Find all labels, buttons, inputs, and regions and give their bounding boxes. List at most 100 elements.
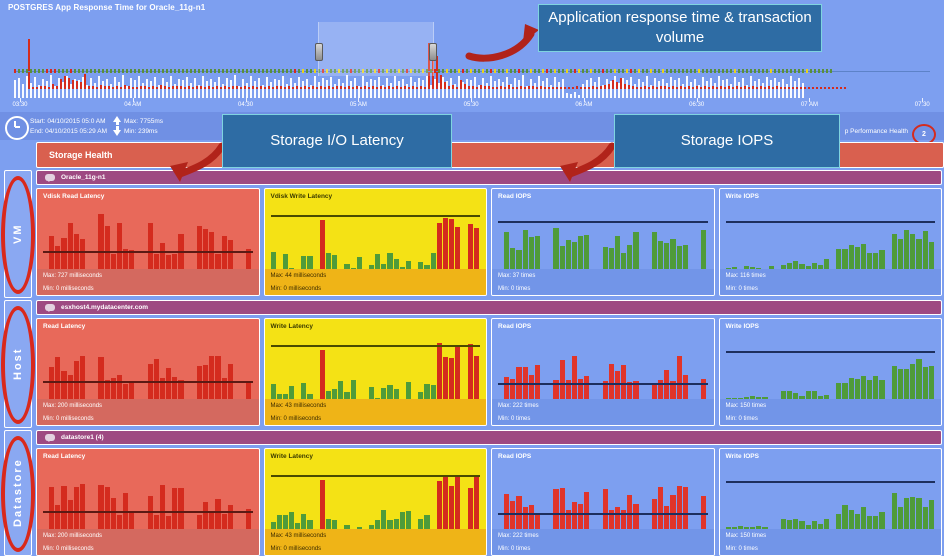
metric-panel-write-latency[interactable]: Write Latency Max: 43 milliseconds Min: 0 …: [263, 318, 487, 426]
row-header-datastore[interactable]: datastore1 (4): [36, 430, 942, 445]
health-status-cell: [442, 69, 444, 73]
transaction-bar: [802, 83, 804, 98]
health-status-cell: [586, 69, 588, 73]
transaction-bar: [670, 77, 672, 98]
transaction-bar: [558, 82, 560, 98]
metric-panel-read-latency[interactable]: Read Latency Max: 200 milliseconds Min: 0 …: [36, 318, 260, 426]
transaction-bar: [210, 79, 212, 98]
metric-panel-write-iops[interactable]: Write IOPS Max: 150 times Min: 0 times: [718, 318, 942, 426]
transaction-bar: [354, 78, 356, 98]
panel-stats: Max: 43 milliseconds Min: 0 milliseconds: [264, 399, 486, 425]
metric-panel-write-iops[interactable]: Write IOPS Max: 116 times Min: 0 times: [718, 188, 942, 296]
chat-icon: [45, 304, 55, 312]
transaction-bar: [494, 81, 496, 98]
metric-bar: [891, 233, 897, 271]
panel-title: Read Latency: [43, 323, 86, 330]
time-axis-tick-label: 07:30: [914, 102, 930, 108]
metric-bar: [565, 240, 571, 271]
health-status-cell: [150, 69, 152, 73]
health-status-cell: [606, 69, 608, 73]
transaction-bar: [770, 80, 772, 98]
health-status-cell: [210, 69, 212, 73]
metric-panel-read-iops[interactable]: Read IOPS Max: 37 times Min: 0 times: [491, 188, 715, 296]
transaction-bar: [606, 79, 608, 98]
transaction-bar: [38, 85, 40, 98]
metric-panel-read-latency[interactable]: Read Latency Max: 200 milliseconds Min: 0 …: [36, 448, 260, 556]
metric-bar: [922, 366, 928, 401]
panel-plot: [725, 207, 936, 271]
metric-bar: [449, 357, 455, 401]
metric-bar: [449, 485, 455, 531]
selection-handle-right[interactable]: [429, 43, 437, 61]
metric-bar: [633, 232, 639, 271]
transaction-bar: [294, 83, 296, 98]
metric-bar: [571, 356, 578, 401]
panel-stats: Max: 150 times Min: 0 times: [719, 529, 941, 555]
metric-bar: [584, 492, 590, 531]
transaction-bar: [542, 81, 544, 98]
time-axis-tick-label: 06 AM: [575, 102, 593, 108]
metric-panel-vdisk-read-latency[interactable]: Vdisk Read Latency Max: 727 milliseconds M…: [36, 188, 260, 296]
transaction-bar: [290, 78, 292, 98]
selection-handle-left[interactable]: [315, 43, 323, 61]
threshold-line: [498, 513, 708, 515]
health-status-cell: [422, 69, 424, 73]
metric-bar: [676, 486, 682, 531]
transaction-bar: [650, 85, 652, 98]
health-status-cell: [674, 69, 676, 73]
health-status-cell: [554, 69, 556, 73]
transaction-bar: [766, 77, 768, 98]
transaction-bar: [406, 84, 408, 98]
health-status-cell: [474, 69, 476, 73]
annotation-arrow-latency: [170, 142, 226, 182]
threshold-line: [498, 383, 708, 385]
transaction-bar: [694, 79, 696, 98]
metric-panel-vdisk-write-latency[interactable]: Vdisk Write Latency Max: 44 milliseconds M…: [263, 188, 487, 296]
transaction-bar: [274, 79, 276, 98]
panel-title: Read IOPS: [498, 453, 532, 460]
health-status-cell: [530, 69, 532, 73]
metric-bar: [215, 498, 221, 531]
metric-panel-read-iops[interactable]: Read IOPS Max: 222 times Min: 0 times: [491, 318, 715, 426]
health-status-cell: [478, 69, 480, 73]
metric-bar: [916, 498, 922, 531]
health-status-cell: [398, 69, 400, 73]
metric-bar: [104, 225, 110, 271]
health-status-cell: [558, 69, 560, 73]
health-status-cell: [542, 69, 544, 73]
threshold-line: [270, 475, 480, 477]
metric-bar: [867, 379, 873, 401]
transaction-bar: [738, 82, 740, 98]
metric-panel-write-iops[interactable]: Write IOPS Max: 150 times Min: 0 times: [718, 448, 942, 556]
metric-bar: [682, 245, 688, 271]
row-header-label: Oracle_11g-n1: [61, 174, 106, 181]
transaction-bar: [34, 77, 36, 98]
health-status-cell: [570, 69, 572, 73]
health-status-cell: [22, 69, 24, 73]
transaction-bar: [690, 82, 692, 98]
transaction-bar: [462, 82, 464, 98]
transaction-bar: [554, 77, 556, 98]
health-status-cell: [306, 69, 308, 73]
metric-bar: [897, 507, 904, 531]
health-status-cell: [778, 69, 780, 73]
row-header-host[interactable]: esxhost4.mydatacenter.com: [36, 300, 942, 315]
metric-panel-write-latency[interactable]: Write Latency Max: 43 milliseconds Min: 0 …: [263, 448, 487, 556]
health-status-cell: [470, 69, 472, 73]
health-status-cell: [574, 69, 576, 73]
health-status-cell: [794, 69, 796, 73]
health-status-cell: [178, 69, 180, 73]
metric-bar: [227, 239, 233, 271]
health-status-cell: [342, 69, 344, 73]
transaction-bar: [46, 81, 48, 98]
transaction-bar: [78, 80, 80, 98]
transaction-bar: [598, 77, 600, 98]
health-status-cell: [650, 69, 652, 73]
health-status-cell: [254, 69, 256, 73]
transaction-bar: [750, 76, 752, 98]
health-status-cell: [490, 69, 492, 73]
panel-title: Read Latency: [43, 453, 86, 460]
health-status-cell: [258, 69, 260, 73]
health-status-cell: [670, 69, 672, 73]
metric-panel-read-iops[interactable]: Read IOPS Max: 222 times Min: 0 times: [491, 448, 715, 556]
